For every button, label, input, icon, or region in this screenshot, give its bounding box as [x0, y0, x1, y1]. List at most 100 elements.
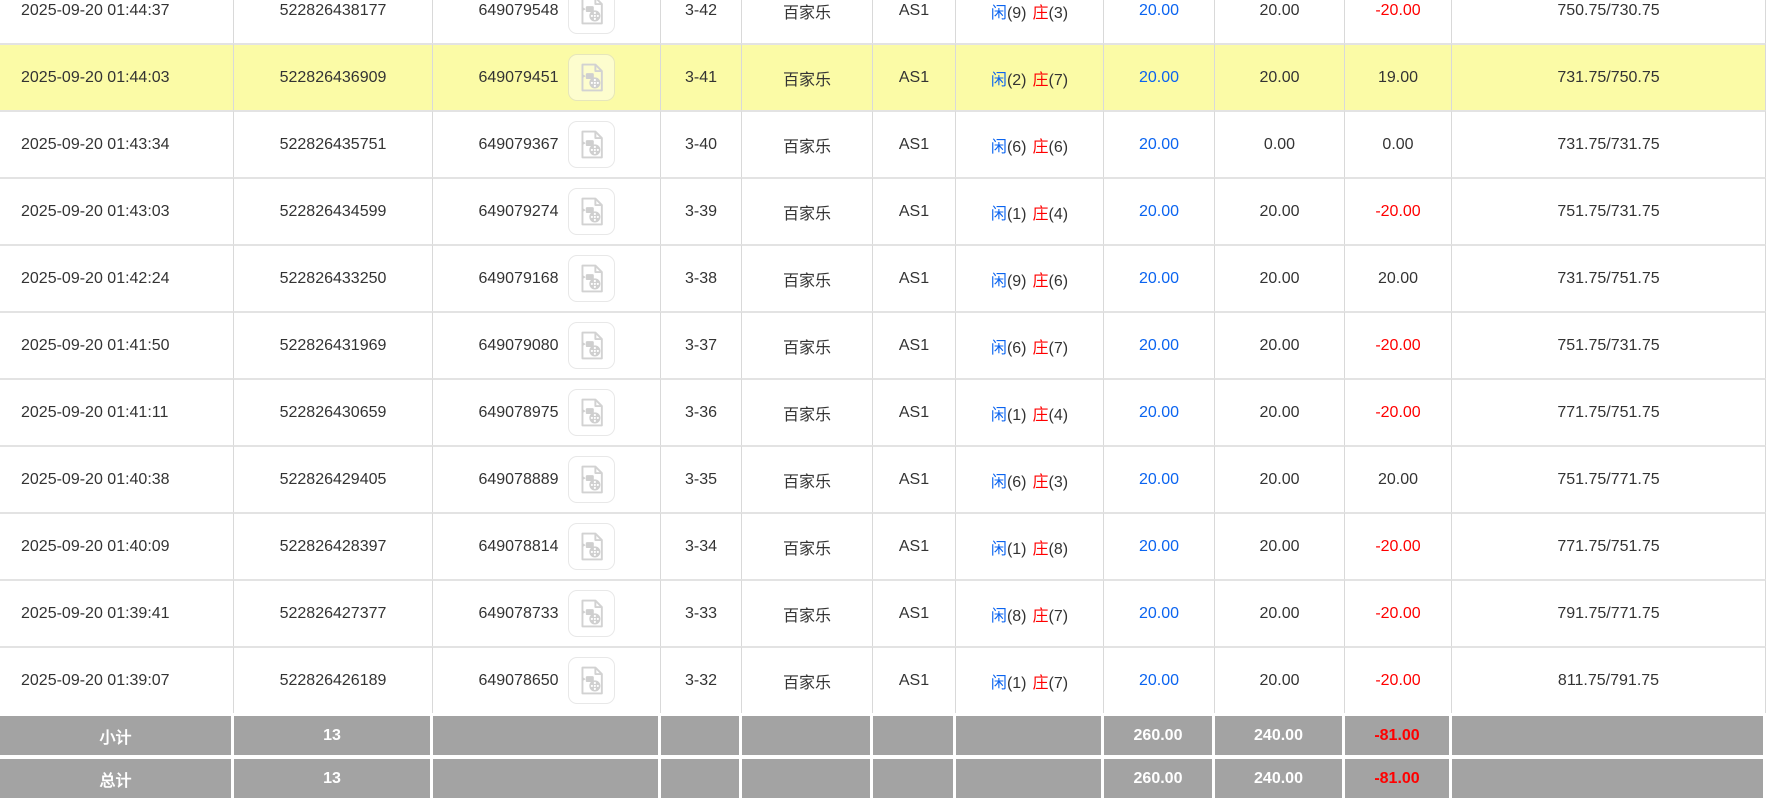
video-replay-button[interactable] — [567, 456, 615, 503]
round-id-cell: 649079274 — [433, 177, 661, 244]
video-icon — [581, 197, 603, 226]
bet-records-table-view: 2025-09-20 01:44:37 522826438177 6490795… — [0, 0, 1772, 799]
table-name: AS1 — [873, 378, 956, 445]
video-icon — [581, 264, 603, 293]
banker-label: 庄 — [1032, 473, 1049, 491]
video-icon — [581, 465, 603, 494]
bet-amount-link[interactable]: 20.00 — [1104, 646, 1215, 713]
bet-amount-link[interactable]: 20.00 — [1104, 445, 1215, 512]
video-replay-button[interactable] — [567, 523, 615, 570]
win-loss: 20.00 — [1345, 244, 1452, 311]
banker-label: 庄 — [1032, 138, 1049, 156]
bet-amount-link[interactable]: 20.00 — [1104, 311, 1215, 378]
video-replay-button[interactable] — [567, 389, 615, 436]
round-id-cell: 649078975 — [433, 378, 661, 445]
balance: 811.75/791.75 — [1452, 646, 1766, 713]
player-points: (1) — [1006, 674, 1027, 692]
banker-points: (3) — [1048, 473, 1069, 491]
total-bet-amount: 260.00 — [1104, 755, 1215, 798]
table-name: AS1 — [873, 43, 956, 110]
table-row: 2025-09-20 01:39:41 522826427377 6490787… — [0, 579, 1766, 646]
game-result: 闲(1) 庄(7) — [956, 646, 1104, 713]
bet-id: 522826438177 — [234, 0, 433, 43]
video-replay-button[interactable] — [567, 54, 615, 101]
bet-time: 2025-09-20 01:39:07 — [0, 646, 234, 713]
bet-amount-link[interactable]: 20.00 — [1104, 0, 1215, 43]
player-label: 闲 — [990, 473, 1007, 491]
banker-label: 庄 — [1032, 4, 1049, 22]
round-id-cell: 649079080 — [433, 311, 661, 378]
player-points: (6) — [1006, 339, 1027, 357]
banker-label: 庄 — [1032, 71, 1049, 89]
game-result: 闲(9) 庄(3) — [956, 0, 1104, 43]
banker-points: (4) — [1048, 205, 1069, 223]
balance: 771.75/751.75 — [1452, 378, 1766, 445]
win-loss: -20.00 — [1345, 378, 1452, 445]
video-replay-button[interactable] — [567, 322, 615, 369]
win-loss: -20.00 — [1345, 579, 1452, 646]
game-result: 闲(6) 庄(6) — [956, 110, 1104, 177]
subtotal-win-loss: -81.00 — [1345, 713, 1452, 755]
table-round: 3-32 — [661, 646, 742, 713]
player-label: 闲 — [990, 205, 1007, 223]
table-row: 2025-09-20 01:39:07 522826426189 6490786… — [0, 646, 1766, 713]
player-points: (6) — [1006, 473, 1027, 491]
bet-amount-link[interactable]: 20.00 — [1104, 512, 1215, 579]
table-round: 3-37 — [661, 311, 742, 378]
game-name: 百家乐 — [742, 646, 873, 713]
player-label: 闲 — [990, 406, 1007, 424]
round-id: 649078975 — [478, 403, 559, 421]
bet-id: 522826430659 — [234, 378, 433, 445]
game-name: 百家乐 — [742, 445, 873, 512]
total-count: 13 — [234, 755, 433, 798]
table-row: 2025-09-20 01:44:37 522826438177 6490795… — [0, 0, 1766, 43]
bet-time: 2025-09-20 01:40:09 — [0, 512, 234, 579]
total-win-loss: -81.00 — [1345, 755, 1452, 798]
balance: 791.75/771.75 — [1452, 579, 1766, 646]
table-row: 2025-09-20 01:40:09 522826428397 6490788… — [0, 512, 1766, 579]
player-points: (2) — [1006, 71, 1027, 89]
table-row: 2025-09-20 01:44:03 522826436909 6490794… — [0, 43, 1766, 110]
bet-id: 522826431969 — [234, 311, 433, 378]
table-name: AS1 — [873, 445, 956, 512]
records-body: 2025-09-20 01:44:37 522826438177 6490795… — [0, 0, 1766, 713]
round-id: 649079367 — [478, 135, 559, 153]
video-replay-button[interactable] — [567, 0, 615, 34]
bet-time: 2025-09-20 01:44:03 — [0, 43, 234, 110]
player-points: (9) — [1006, 4, 1027, 22]
video-replay-button[interactable] — [567, 657, 615, 704]
video-icon — [581, 63, 603, 92]
bet-time: 2025-09-20 01:44:37 — [0, 0, 234, 43]
bet-id: 522826434599 — [234, 177, 433, 244]
valid-amount: 20.00 — [1215, 244, 1345, 311]
player-points: (1) — [1006, 540, 1027, 558]
banker-points: (7) — [1048, 339, 1069, 357]
summary-body: 小计 13 260.00 240.00 -81.00 总计 13 260.00 … — [0, 713, 1766, 798]
subtotal-bet-amount: 260.00 — [1104, 713, 1215, 755]
table-row: 2025-09-20 01:42:24 522826433250 6490791… — [0, 244, 1766, 311]
bet-id: 522826429405 — [234, 445, 433, 512]
bet-records-table: 2025-09-20 01:44:37 522826438177 6490795… — [0, 0, 1766, 798]
bet-amount-link[interactable]: 20.00 — [1104, 110, 1215, 177]
video-replay-button[interactable] — [567, 590, 615, 637]
banker-points: (7) — [1048, 607, 1069, 625]
bet-amount-link[interactable]: 20.00 — [1104, 244, 1215, 311]
round-id: 649079168 — [478, 269, 559, 287]
video-replay-button[interactable] — [567, 121, 615, 168]
bet-amount-link[interactable]: 20.00 — [1104, 177, 1215, 244]
subtotal-valid-amount: 240.00 — [1215, 713, 1345, 755]
game-name: 百家乐 — [742, 110, 873, 177]
bet-amount-link[interactable]: 20.00 — [1104, 43, 1215, 110]
banker-points: (8) — [1048, 540, 1069, 558]
video-replay-button[interactable] — [567, 188, 615, 235]
balance: 750.75/730.75 — [1452, 0, 1766, 43]
win-loss: -20.00 — [1345, 646, 1452, 713]
bet-time: 2025-09-20 01:40:38 — [0, 445, 234, 512]
banker-label: 庄 — [1032, 607, 1049, 625]
video-icon — [581, 666, 603, 695]
valid-amount: 0.00 — [1215, 110, 1345, 177]
video-replay-button[interactable] — [567, 255, 615, 302]
bet-amount-link[interactable]: 20.00 — [1104, 378, 1215, 445]
game-result: 闲(6) 庄(7) — [956, 311, 1104, 378]
bet-amount-link[interactable]: 20.00 — [1104, 579, 1215, 646]
